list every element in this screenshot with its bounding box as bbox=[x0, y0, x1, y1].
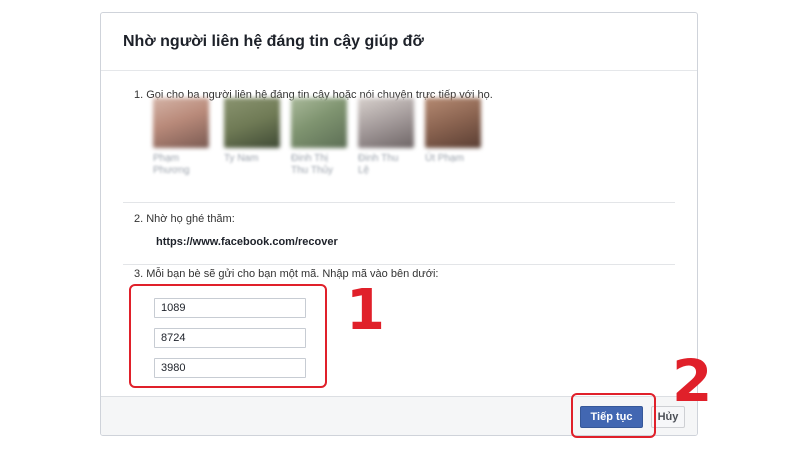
recover-url: https://www.facebook.com/recover bbox=[156, 236, 338, 248]
step2-section bbox=[123, 202, 675, 265]
code-input-2[interactable] bbox=[154, 328, 306, 348]
contact-item[interactable]: Đinh Thu Lệ bbox=[358, 98, 418, 177]
step2-text: 2. Nhờ họ ghé thăm: bbox=[134, 213, 235, 225]
annotation-number-2: 2 bbox=[672, 347, 713, 415]
contact-item[interactable]: Ty Nam bbox=[224, 98, 284, 165]
dialog-header: Nhờ người liên hệ đáng tin cậy giúp đỡ bbox=[101, 13, 697, 71]
contact-avatar bbox=[358, 98, 414, 148]
contact-avatar bbox=[224, 98, 280, 148]
contact-avatar bbox=[425, 98, 481, 148]
contact-name: Út Phạm bbox=[425, 153, 464, 164]
step3-text: 3. Mỗi bạn bè sẽ gửi cho bạn một mã. Nhậ… bbox=[134, 268, 439, 280]
contact-name: Ty Nam bbox=[224, 153, 259, 164]
dialog-title: Nhờ người liên hệ đáng tin cậy giúp đỡ bbox=[123, 33, 424, 50]
code-input-1[interactable] bbox=[154, 298, 306, 318]
contact-item[interactable]: Phạm Phương bbox=[153, 98, 213, 177]
contact-name: Đinh Thị Thu Thủy bbox=[291, 153, 334, 176]
contact-name: Đinh Thu Lệ bbox=[358, 153, 399, 176]
contact-avatar bbox=[291, 98, 347, 148]
annotation-number-1: 1 bbox=[346, 278, 385, 343]
code-input-3[interactable] bbox=[154, 358, 306, 378]
contact-name: Phạm Phương bbox=[153, 153, 190, 176]
trusted-contacts-dialog: Nhờ người liên hệ đáng tin cậy giúp đỡ 1… bbox=[100, 12, 698, 436]
contact-item[interactable]: Út Phạm bbox=[425, 98, 485, 165]
contact-list: Phạm Phương Ty Nam Đinh Thị Thu Thủy Đin… bbox=[128, 98, 488, 188]
continue-button[interactable]: Tiếp tục bbox=[580, 406, 643, 428]
contact-avatar bbox=[153, 98, 209, 148]
dialog-footer: Tiếp tục Hủy bbox=[101, 396, 697, 435]
contact-item[interactable]: Đinh Thị Thu Thủy bbox=[291, 98, 351, 177]
